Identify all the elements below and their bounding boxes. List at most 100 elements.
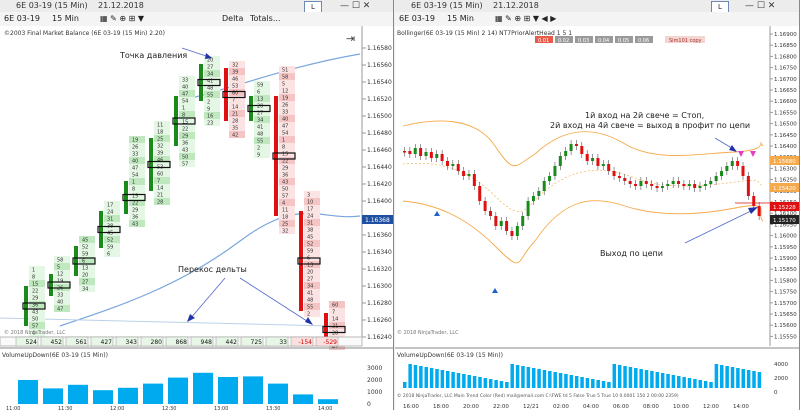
footprint-value: 7 (332, 310, 335, 316)
scroll-icon[interactable]: ⇥ (346, 32, 355, 45)
left-instrument-select[interactable]: 6E 03-19 (4, 12, 40, 26)
right-instrument-select[interactable]: 6E 03-19 (399, 12, 435, 26)
time-tick-label: 13:00 (214, 406, 228, 410)
footprint-value: 31 (307, 221, 313, 227)
delta-value: 561 (76, 339, 88, 346)
right-title-instrument: 6E 03-19 (15 Min) (411, 1, 483, 10)
price-tick-label: 1.16900 (774, 32, 797, 38)
candle-body (472, 174, 476, 186)
candle-body (736, 161, 740, 166)
footprint-value: 18 (282, 215, 288, 221)
footprint-value: 47 (57, 307, 63, 313)
order-button-label: 0.03 (578, 38, 589, 44)
annotation-entry2: 2й вход на 4й свече = выход в профит по … (550, 121, 750, 130)
candle-body (224, 68, 228, 121)
footprint-value: 12 (282, 89, 288, 95)
candle-body (580, 146, 584, 154)
footprint-value: 6 (257, 90, 260, 96)
window-controls[interactable]: — ☐ ✕ (745, 0, 775, 12)
volume-bar (548, 371, 552, 388)
left-indicator-select[interactable]: Delta (222, 12, 243, 26)
copyright: © 2018 NinjaTrader, LLC (4, 329, 66, 336)
volume-bar (682, 377, 686, 388)
volume-bar (451, 372, 455, 388)
candle-body (601, 164, 605, 166)
volume-bar (18, 380, 38, 404)
footprint-value: 29 (32, 296, 38, 302)
footprint-value: 18 (157, 130, 163, 136)
footprint-value: 20 (257, 104, 263, 110)
time-tick-label: 06:00 (613, 404, 629, 410)
price-tick-label: 1.16540 (367, 79, 392, 86)
footprint-value: 10 (307, 200, 313, 206)
footprint-value: 29 (182, 134, 188, 140)
footprint-value: 2 (207, 100, 210, 106)
footprint-value: 59 (257, 83, 263, 89)
footprint-value: 7 (157, 179, 160, 185)
volume-bar (268, 383, 288, 404)
left-totals-select[interactable]: Totals... (250, 12, 280, 26)
price-tick-label: 1.16550 (774, 110, 797, 116)
right-interval-select[interactable]: 15 Min (447, 12, 474, 26)
price-tick-label: 1.16000 (774, 234, 797, 240)
footprint-value: 59 (307, 249, 313, 255)
right-caption: Bollinger(6E 03-19 (15 Min) 2 14) NT7Pri… (397, 30, 572, 37)
volume-bar (580, 377, 584, 388)
volume-bar (413, 365, 418, 388)
footprint-value: 25 (157, 137, 163, 143)
candle-body (483, 201, 487, 211)
footprint-value: 55 (257, 139, 263, 145)
time-tick-label: 12/21 (523, 404, 539, 410)
time-tick-label: 12:30 (162, 406, 176, 410)
footprint-value: 25 (282, 222, 288, 228)
left-interval-select[interactable]: 15 Min (52, 12, 79, 26)
volume-bar (709, 382, 713, 388)
price-tick-label: 1.15550 (774, 334, 797, 340)
price-tick-label: 1.16600 (774, 99, 797, 105)
volume-bar (601, 381, 606, 388)
candle-body (752, 196, 756, 206)
candle-body (639, 181, 643, 186)
price-tick-label: 1.16700 (774, 77, 797, 83)
right-toolbar-icons[interactable]: ▦ ✎ ⊕ ⊞ ▼ ◀ ▶ (495, 12, 556, 26)
footprint-value: 57 (182, 162, 188, 168)
price-tick-label: 1.15900 (774, 256, 797, 262)
volume-bar (445, 371, 450, 388)
volume-bar (429, 368, 434, 388)
price-tick-label: 1.16300 (367, 283, 392, 290)
volume-bar (542, 370, 547, 388)
volume-bar (639, 369, 643, 388)
candle-body (456, 164, 460, 171)
left-toolbar-icons[interactable]: ▦ ✎ ⊕ ⊞ ▼ (100, 12, 144, 26)
time-tick-label: 22:00 (493, 404, 509, 410)
footprint-value: 14 (332, 317, 338, 323)
right-toolbar: 6E 03-19 15 Min ▦ ✎ ⊕ ⊞ ▼ ◀ ▶ (395, 12, 799, 27)
price-tick-label: 1.15800 (774, 278, 797, 284)
volume-tick-label: 0 (367, 401, 371, 408)
footprint-value: 15 (282, 152, 288, 158)
order-button-label: 0.01 (538, 38, 549, 44)
price-tick-label: 1.16500 (774, 122, 797, 128)
candle-body (408, 151, 412, 154)
volume-bar (537, 369, 541, 388)
order-button-label: 0.05 (618, 38, 629, 44)
footprint-value: 39 (232, 70, 238, 76)
volume-bar (456, 373, 461, 388)
left-chart-area[interactable]: ©2003 Final Market Balance (6E 03-19 (15… (0, 26, 394, 410)
volume-bar (521, 366, 525, 388)
delta-value: 524 (26, 339, 38, 346)
footprint-value: 27 (307, 277, 313, 283)
right-chart-area[interactable]: Bollinger(6E 03-19 (15 Min) 2 14) NT7Pri… (395, 26, 800, 410)
volume-bar (725, 366, 729, 388)
volume-bar (553, 372, 557, 388)
footprint-value: 26 (282, 103, 288, 109)
candle-body (714, 176, 718, 181)
candle-body (553, 166, 557, 176)
footprint-value: 54 (282, 131, 288, 137)
footprint-value: 8 (282, 145, 285, 151)
window-controls[interactable]: — ☐ ✕ (340, 0, 370, 12)
price-tick-label: 1.16560 (367, 62, 392, 69)
candle-body (521, 216, 525, 226)
copyright: © 2018 NinjaTrader, LLC (397, 329, 459, 336)
price-tick-label: 1.16480 (367, 130, 392, 137)
